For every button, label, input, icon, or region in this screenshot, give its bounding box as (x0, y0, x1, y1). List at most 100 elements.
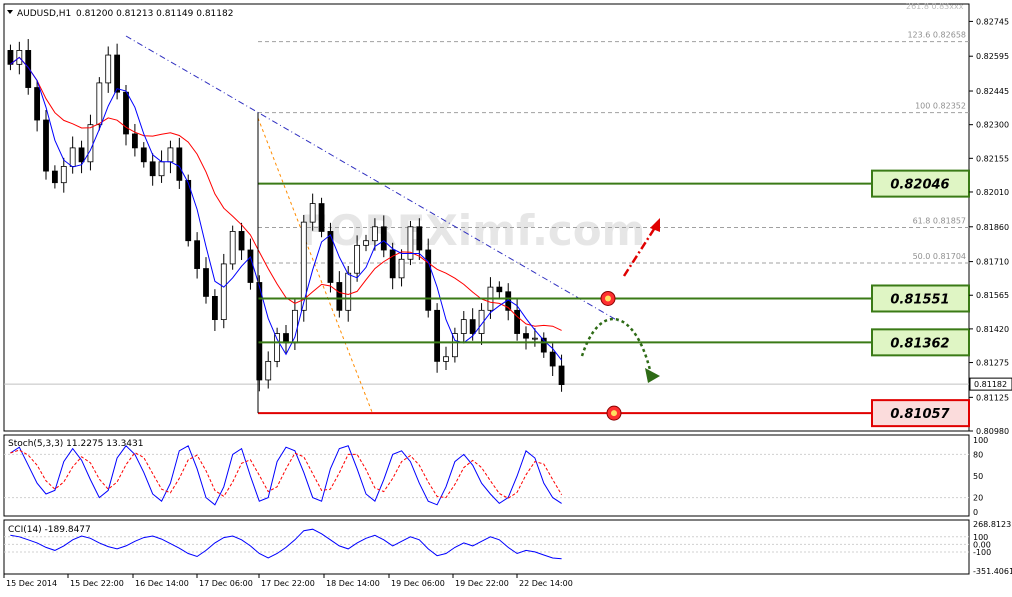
candle-body (220, 263, 227, 321)
candle-body (398, 258, 405, 279)
candle-body (371, 226, 378, 242)
chart-window: FOREXimf.com 123.6 0.82658 100 0.82352 61.… (0, 0, 1012, 593)
price-tick-label: 0.82595 (976, 52, 1009, 61)
candle-body (363, 240, 369, 246)
candle-body (496, 286, 503, 293)
time-axis: 15 Dec 2014 15 Dec 22:00 16 Dec 14:00 17 De… (3, 574, 573, 588)
stoch-tick-label: 80 (973, 450, 983, 459)
stoch-tick-label: 0 (973, 508, 978, 517)
time-tick-label: 19 Dec 06:00 (391, 579, 445, 588)
fib-label: 100 0.82352 (915, 102, 966, 111)
level-label: 0.82046 (890, 178, 949, 193)
time-tick-label: 15 Dec 2014 (6, 579, 57, 588)
time-tick-label: 18 Dec 14:00 (326, 579, 380, 588)
candle-body (380, 226, 387, 251)
time-tick-label: 19 Dec 22:00 (455, 579, 509, 588)
candle-body (558, 365, 565, 385)
target-star-icon-core (611, 410, 617, 417)
candle-body (43, 119, 49, 172)
candle-body (434, 309, 441, 362)
candle-body (203, 268, 209, 297)
cci-tick-label: -100 (973, 548, 991, 557)
candle-body (460, 319, 467, 334)
candle-body (87, 124, 94, 163)
price-tick-label: 0.81275 (976, 359, 1009, 368)
candle-body (131, 133, 138, 149)
time-tick-label: 16 Dec 14:00 (135, 579, 189, 588)
candle-body (114, 54, 121, 93)
candle-body (194, 240, 201, 269)
candle-body (389, 249, 396, 279)
candle-body (265, 360, 272, 381)
watermark-text: FOREXimf.com (300, 206, 645, 255)
candle-body (425, 249, 432, 311)
candle-body (34, 87, 41, 121)
candle-body (309, 203, 316, 223)
candle-body (96, 82, 103, 126)
cci-tick-label: 268.8123 (973, 520, 1011, 529)
candle-body (274, 333, 281, 362)
cci-tick-label: -351.4061 (973, 567, 1012, 576)
stoch-tick-label: 20 (973, 494, 983, 503)
candle-body (336, 282, 343, 311)
breakout-star-icon-core (605, 295, 611, 302)
candle-body (514, 309, 521, 334)
candle-body (238, 231, 245, 251)
watermark: FOREXimf.com (300, 206, 645, 255)
candle-body (140, 147, 147, 163)
partial-fib-label: 261.8 0.83xxx (906, 2, 964, 11)
level-label: 0.81551 (890, 292, 949, 307)
price-tick-label: 0.81710 (976, 258, 1009, 267)
time-tick-label: 17 Dec 22:00 (261, 579, 315, 588)
candle-body (7, 50, 14, 65)
fib-label: 61.8 0.81857 (913, 216, 966, 225)
candle-body (443, 356, 449, 362)
candle-body (149, 161, 156, 177)
candle-body (167, 147, 174, 163)
level-label: 0.81057 (890, 407, 950, 422)
price-tick-label: 0.82155 (976, 154, 1009, 163)
candle-body (549, 351, 556, 367)
price-tick-label: 0.81860 (976, 223, 1009, 232)
symbol-label: AUDUSD,H1 (17, 9, 71, 19)
candle-body (69, 147, 76, 167)
candle-body (105, 54, 112, 84)
price-tick-label: 0.82745 (976, 17, 1009, 26)
stoch-label: Stoch(5,3,3) 11.2275 13.3431 (8, 439, 143, 449)
chart-canvas: FOREXimf.com 123.6 0.82658 100 0.82352 61.… (3, 2, 1012, 588)
cci-panel (3, 519, 970, 575)
candle-body (211, 296, 218, 321)
stoch-tick-label: 100 (973, 436, 988, 445)
price-tick-label: 0.82010 (976, 188, 1009, 197)
candle-body (78, 147, 85, 163)
candle-body (523, 333, 529, 339)
candle-body (229, 231, 236, 265)
price-tick-label: 0.80980 (976, 427, 1009, 436)
fib-label: 50.0 0.81704 (913, 252, 966, 261)
candle-body (247, 249, 254, 283)
candle-body (407, 226, 414, 260)
candle-body (531, 337, 538, 340)
current-price-label: 0.81182 (974, 380, 1007, 389)
time-tick-label: 22 Dec 14:00 (519, 579, 573, 588)
time-tick-label: 17 Dec 06:00 (199, 579, 253, 588)
candle-body (354, 244, 361, 274)
candle-body (176, 147, 183, 181)
stoch-tick-label: 50 (973, 472, 983, 481)
level-label: 0.81362 (890, 336, 949, 351)
candle-body (469, 319, 476, 334)
fib-label: 123.6 0.82658 (907, 31, 966, 40)
price-tick-label: 0.81565 (976, 291, 1009, 300)
time-tick-label: 15 Dec 22:00 (70, 579, 124, 588)
candle-body (158, 161, 165, 177)
candle-body (345, 272, 352, 311)
cci-label: CCI(14) -189.8477 (8, 525, 91, 535)
candle-body (51, 170, 58, 184)
candle-body (25, 50, 32, 88)
candle-body (318, 203, 325, 232)
price-tick-label: 0.82300 (976, 121, 1009, 130)
candle-body (60, 166, 67, 184)
ohlc-values: 0.81200 0.81213 0.81149 0.81182 (76, 9, 233, 19)
price-tick-label: 0.82445 (976, 87, 1009, 96)
price-tick-label: 0.81420 (976, 325, 1009, 334)
